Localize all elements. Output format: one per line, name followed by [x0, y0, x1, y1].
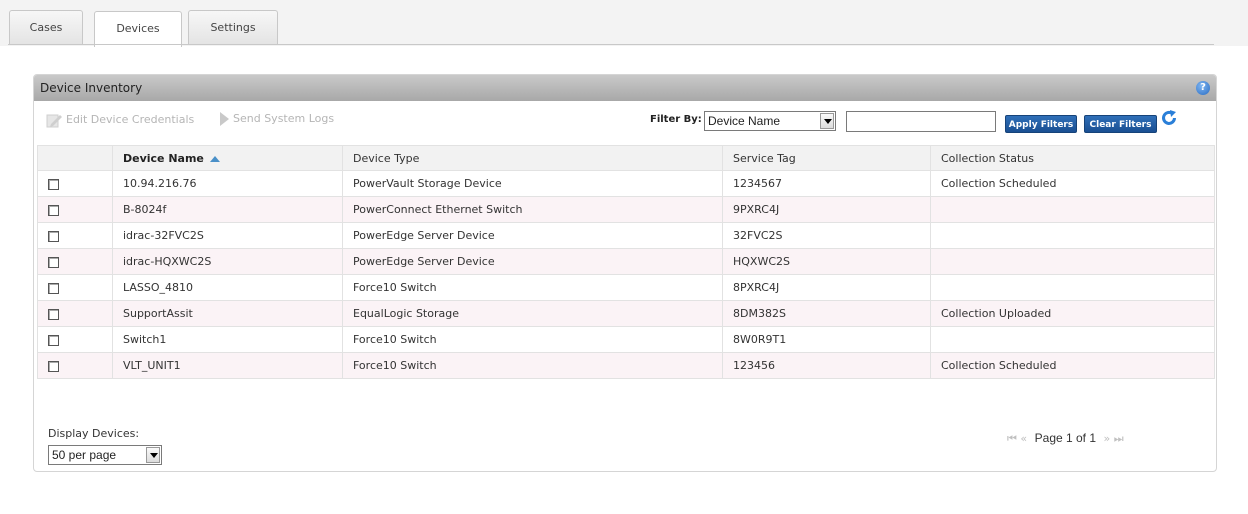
panel-header: Device Inventory ? [34, 75, 1216, 101]
row-checkbox[interactable] [48, 308, 59, 320]
row-checkbox-cell [37, 196, 113, 223]
toolbar: Edit Device Credentials Send System Logs… [34, 101, 1216, 143]
column-header-service-tag[interactable]: Service Tag [722, 145, 931, 171]
next-page-icon[interactable]: » [1104, 432, 1111, 445]
table-header-row: Device Name Device Type Service Tag Coll… [37, 145, 1215, 171]
device-type-cell: PowerEdge Server Device [342, 222, 723, 249]
panel-title: Device Inventory [40, 81, 143, 95]
tab-devices[interactable]: Devices [94, 11, 182, 47]
column-label: Device Name [123, 151, 204, 165]
device-type-cell: Force10 Switch [342, 326, 723, 353]
last-page-icon[interactable]: ⏭ [1114, 432, 1124, 445]
row-checkbox[interactable] [48, 204, 59, 216]
device-type-cell: PowerEdge Server Device [342, 248, 723, 275]
row-checkbox[interactable] [48, 360, 59, 372]
row-checkbox-cell [37, 300, 113, 327]
chevron-down-icon [146, 447, 160, 463]
per-page-value: 50 per page [52, 448, 117, 462]
row-checkbox-cell [37, 326, 113, 353]
collection-status-cell: Collection Uploaded [930, 300, 1215, 327]
device-name-cell: VLT_UNIT1 [112, 352, 343, 379]
apply-filters-button[interactable]: Apply Filters [1005, 115, 1077, 133]
device-name-cell: LASSO_4810 [112, 274, 343, 301]
refresh-icon[interactable] [1160, 109, 1178, 127]
device-type-cell: Force10 Switch [342, 352, 723, 379]
tab-settings[interactable]: Settings [188, 10, 278, 44]
row-checkbox[interactable] [48, 178, 59, 190]
collection-status-cell [930, 326, 1215, 353]
send-system-logs-button[interactable]: Send System Logs [220, 112, 334, 126]
filter-field-value: Device Name [708, 114, 781, 128]
service-tag-cell: HQXWC2S [722, 248, 931, 275]
row-checkbox-cell [37, 248, 113, 275]
device-name-cell: B-8024f [112, 196, 343, 223]
send-arrow-icon [220, 112, 229, 126]
table-row[interactable]: VLT_UNIT1 Force10 Switch 123456 Collecti… [37, 352, 1215, 379]
table-row[interactable]: SupportAssit EqualLogic Storage 8DM382S … [37, 300, 1215, 327]
device-type-cell: EqualLogic Storage [342, 300, 723, 327]
table-row[interactable]: Switch1 Force10 Switch 8W0R9T1 [37, 326, 1215, 353]
row-checkbox[interactable] [48, 282, 59, 294]
device-name-cell: Switch1 [112, 326, 343, 353]
table-row[interactable]: idrac-HQXWC2S PowerEdge Server Device HQ… [37, 248, 1215, 275]
chevron-down-icon [820, 113, 834, 129]
column-header-device-type[interactable]: Device Type [342, 145, 723, 171]
prev-page-icon[interactable]: « [1020, 432, 1027, 445]
table-row[interactable]: idrac-32FVC2S PowerEdge Server Device 32… [37, 222, 1215, 249]
clear-filters-button[interactable]: Clear Filters [1084, 115, 1157, 133]
service-tag-cell: 8DM382S [722, 300, 931, 327]
service-tag-cell: 8PXRC4J [722, 274, 931, 301]
row-checkbox[interactable] [48, 334, 59, 346]
collection-status-cell [930, 274, 1215, 301]
pagination: ⏮ « Page 1 of 1 » ⏭ [1007, 431, 1124, 446]
row-checkbox-cell [37, 222, 113, 249]
display-devices-label: Display Devices: [48, 427, 140, 440]
column-header-collection-status[interactable]: Collection Status [930, 145, 1215, 171]
collection-status-cell [930, 222, 1215, 249]
row-checkbox-cell [37, 352, 113, 379]
collection-status-cell [930, 196, 1215, 223]
row-checkbox-cell [37, 274, 113, 301]
collection-status-cell: Collection Scheduled [930, 352, 1215, 379]
service-tag-cell: 1234567 [722, 170, 931, 197]
edit-credentials-button[interactable]: Edit Device Credentials [46, 112, 194, 128]
device-name-cell: idrac-32FVC2S [112, 222, 343, 249]
service-tag-cell: 8W0R9T1 [722, 326, 931, 353]
column-header-device-name[interactable]: Device Name [112, 145, 343, 171]
table-row[interactable]: B-8024f PowerConnect Ethernet Switch 9PX… [37, 196, 1215, 223]
table-row[interactable]: 10.94.216.76 PowerVault Storage Device 1… [37, 170, 1215, 197]
send-system-logs-label: Send System Logs [233, 112, 335, 125]
service-tag-cell: 9PXRC4J [722, 196, 931, 223]
device-type-cell: Force10 Switch [342, 274, 723, 301]
device-table: Device Name Device Type Service Tag Coll… [37, 145, 1215, 379]
help-icon[interactable]: ? [1196, 81, 1210, 95]
page-indicator: Page 1 of 1 [1034, 431, 1097, 445]
first-page-icon[interactable]: ⏮ [1007, 432, 1017, 445]
tab-divider [8, 44, 1214, 45]
device-name-cell: idrac-HQXWC2S [112, 248, 343, 275]
filter-by-label: Filter By: [650, 114, 702, 125]
row-checkbox[interactable] [48, 256, 59, 268]
table-row[interactable]: LASSO_4810 Force10 Switch 8PXRC4J [37, 274, 1215, 301]
device-type-cell: PowerConnect Ethernet Switch [342, 196, 723, 223]
device-name-cell: 10.94.216.76 [112, 170, 343, 197]
collection-status-cell [930, 248, 1215, 275]
collection-status-cell: Collection Scheduled [930, 170, 1215, 197]
service-tag-cell: 123456 [722, 352, 931, 379]
device-type-cell: PowerVault Storage Device [342, 170, 723, 197]
row-checkbox-cell [37, 170, 113, 197]
tab-cases[interactable]: Cases [9, 10, 83, 44]
device-inventory-panel: Device Inventory ? Edit Device Credentia… [33, 74, 1217, 472]
service-tag-cell: 32FVC2S [722, 222, 931, 249]
edit-credentials-label: Edit Device Credentials [66, 113, 195, 126]
filter-field-select[interactable]: Device Name [704, 111, 836, 131]
device-name-cell: SupportAssit [112, 300, 343, 327]
filter-text-input[interactable] [846, 111, 996, 132]
row-checkbox[interactable] [48, 230, 59, 242]
pencil-icon [46, 114, 62, 128]
select-column-header [37, 145, 113, 171]
sort-ascending-icon [209, 155, 220, 162]
per-page-select[interactable]: 50 per page [48, 445, 162, 465]
